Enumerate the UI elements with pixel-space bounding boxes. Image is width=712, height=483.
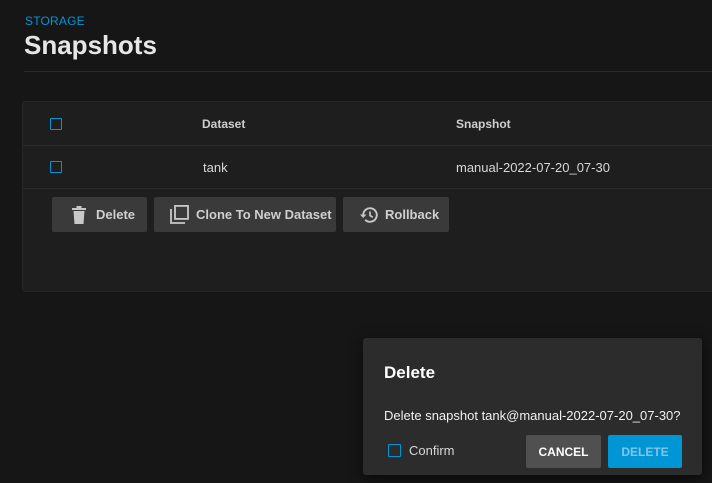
copy-icon xyxy=(169,205,189,225)
title-divider xyxy=(24,71,712,72)
column-header-dataset[interactable]: Dataset xyxy=(202,117,245,131)
confirm-label[interactable]: Confirm xyxy=(409,443,455,458)
select-all-checkbox[interactable] xyxy=(50,118,62,130)
breadcrumb[interactable]: STORAGE xyxy=(25,14,85,28)
row-checkbox[interactable] xyxy=(50,161,62,173)
dialog-title: Delete xyxy=(384,363,436,382)
delete-snapshot-button[interactable]: Delete xyxy=(52,197,147,232)
cell-dataset: tank xyxy=(203,160,228,175)
rollback-label: Rollback xyxy=(385,207,440,222)
confirm-checkbox-field[interactable]: Confirm xyxy=(388,443,455,458)
cancel-button[interactable]: CANCEL xyxy=(526,435,601,468)
history-icon xyxy=(358,205,378,225)
delete-snapshot-label: Delete xyxy=(96,207,136,222)
snapshots-table: Dataset Snapshot tank manual-2022-07-20_… xyxy=(22,101,712,292)
delete-confirm-dialog: Delete Delete snapshot tank@manual-2022-… xyxy=(363,338,702,475)
cell-snapshot: manual-2022-07-20_07-30 xyxy=(456,160,610,175)
clone-to-new-dataset-button[interactable]: Clone To New Dataset xyxy=(154,197,336,232)
clone-to-new-dataset-label: Clone To New Dataset xyxy=(196,207,332,222)
confirm-delete-button[interactable]: DELETE xyxy=(608,435,682,468)
trash-icon xyxy=(69,205,89,225)
table-row[interactable]: tank manual-2022-07-20_07-30 xyxy=(23,146,712,189)
confirm-checkbox[interactable] xyxy=(388,444,401,457)
dialog-message: Delete snapshot tank@manual-2022-07-20_0… xyxy=(384,408,681,423)
column-header-snapshot[interactable]: Snapshot xyxy=(456,117,511,131)
page-title: Snapshots xyxy=(24,30,157,60)
snapshots-page: STORAGE Snapshots Dataset Snapshot tank … xyxy=(0,0,712,483)
table-header: Dataset Snapshot xyxy=(23,102,712,146)
rollback-button[interactable]: Rollback xyxy=(343,197,449,232)
